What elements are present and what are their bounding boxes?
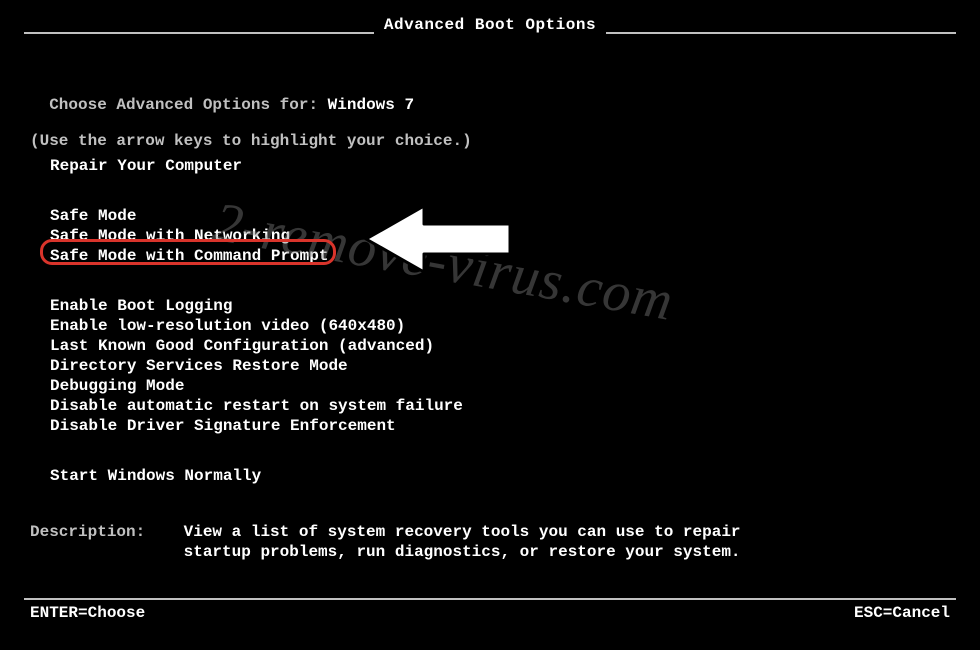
- option-start-windows-normally[interactable]: Start Windows Normally: [50, 466, 261, 486]
- option-disable-auto-restart[interactable]: Disable automatic restart on system fail…: [50, 396, 463, 416]
- option-group-1: Repair Your Computer: [50, 156, 242, 176]
- description-line1: View a list of system recovery tools you…: [184, 523, 741, 541]
- page-title-text: Advanced Boot Options: [374, 16, 606, 34]
- bottom-rule: [24, 598, 956, 600]
- footer-esc: ESC=Cancel: [854, 604, 950, 622]
- option-low-res-video[interactable]: Enable low-resolution video (640x480): [50, 316, 463, 336]
- option-dsrm[interactable]: Directory Services Restore Mode: [50, 356, 463, 376]
- page-title: Advanced Boot Options: [0, 16, 980, 34]
- description-label: Description:: [30, 523, 145, 541]
- annotation-highlight-box: [40, 239, 336, 265]
- footer-enter: ENTER=Choose: [30, 604, 145, 622]
- description-line2: startup problems, run diagnostics, or re…: [184, 543, 741, 561]
- intro-os: Windows 7: [328, 96, 414, 114]
- option-group-4: Start Windows Normally: [50, 466, 261, 486]
- option-repair-your-computer[interactable]: Repair Your Computer: [50, 156, 242, 176]
- option-last-known-good[interactable]: Last Known Good Configuration (advanced): [50, 336, 463, 356]
- option-disable-driver-sig[interactable]: Disable Driver Signature Enforcement: [50, 416, 463, 436]
- option-debugging-mode[interactable]: Debugging Mode: [50, 376, 463, 396]
- option-group-3: Enable Boot Logging Enable low-resolutio…: [50, 296, 463, 436]
- option-enable-boot-logging[interactable]: Enable Boot Logging: [50, 296, 463, 316]
- description-block: Description: View a list of system recov…: [30, 522, 741, 562]
- intro-block: Choose Advanced Options for: Windows 7 (…: [30, 78, 472, 168]
- option-safe-mode[interactable]: Safe Mode: [50, 206, 328, 226]
- intro-prefix: Choose Advanced Options for:: [49, 96, 327, 114]
- annotation-arrow-icon: [362, 200, 514, 278]
- intro-hint: (Use the arrow keys to highlight your ch…: [30, 132, 472, 150]
